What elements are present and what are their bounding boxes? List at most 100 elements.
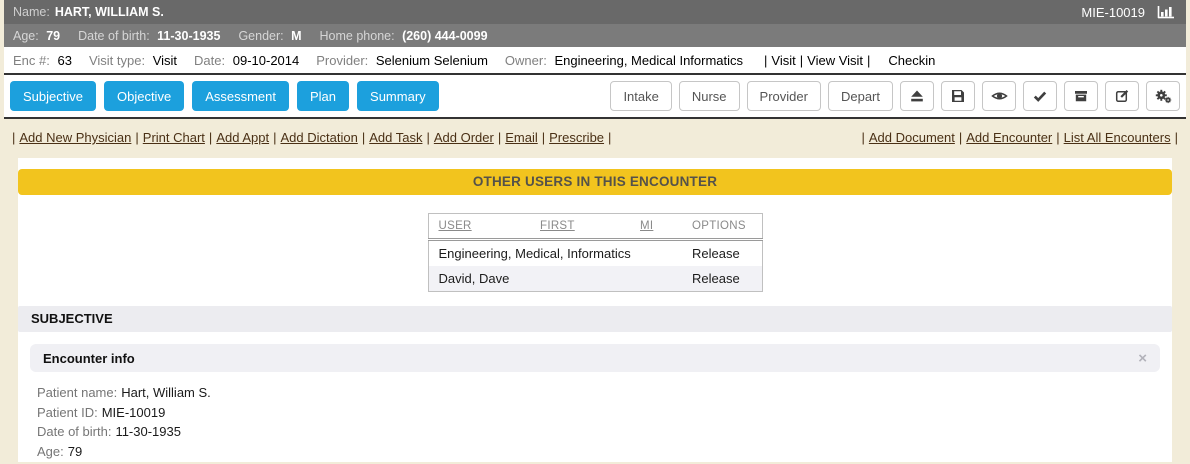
field-value: Hart, William S. — [121, 385, 211, 400]
column-header-mi[interactable]: MI — [630, 214, 682, 240]
quick-links-right: | Add Document | Add Encounter | List Al… — [857, 130, 1182, 145]
encounter-info-header[interactable]: Encounter info × — [30, 344, 1160, 372]
encounter-summary-bar: Enc #: 63 Visit type: Visit Date: 09-10-… — [4, 47, 1186, 75]
column-header-user[interactable]: USER — [428, 214, 530, 240]
view-visit-link[interactable]: View Visit — [807, 53, 863, 68]
add-task-link[interactable]: Add Task — [369, 130, 422, 145]
separator: | — [1175, 130, 1178, 145]
eject-icon — [909, 88, 925, 104]
gender-value: M — [291, 29, 301, 43]
release-link[interactable]: Release — [682, 240, 762, 267]
content-area: OTHER USERS IN THIS ENCOUNTER USER FIRST… — [0, 158, 1190, 462]
enc-date-label: Date: — [194, 53, 225, 68]
separator: | — [426, 130, 429, 145]
info-line-patient-id: Patient ID: MIE-10019 — [37, 403, 1172, 423]
field-label: Date of birth: — [37, 424, 111, 439]
quick-links-bar: | Add New Physician | Print Chart | Add … — [0, 119, 1190, 158]
enc-number-value: 63 — [57, 53, 71, 68]
edit-button[interactable] — [1105, 81, 1139, 111]
provider-label: Provider: — [316, 53, 368, 68]
separator: | — [959, 130, 962, 145]
add-order-link[interactable]: Add Order — [434, 130, 494, 145]
phone-label: Home phone: — [320, 29, 395, 43]
table-row: Engineering, Medical, Informatics Releas… — [428, 240, 762, 267]
preview-button[interactable] — [982, 81, 1016, 111]
prescribe-link[interactable]: Prescribe — [549, 130, 604, 145]
separator: | — [273, 130, 276, 145]
depart-button[interactable]: Depart — [828, 81, 893, 111]
close-icon[interactable]: × — [1138, 351, 1147, 366]
dob-label: Date of birth: — [78, 29, 150, 43]
phone-value: (260) 444-0099 — [402, 29, 487, 43]
save-button[interactable] — [941, 81, 975, 111]
eject-button[interactable] — [900, 81, 934, 111]
eye-icon — [991, 88, 1008, 104]
tab-subjective[interactable]: Subjective — [10, 81, 96, 111]
separator: | — [861, 130, 864, 145]
other-users-table: USER FIRST MI OPTIONS Engineering, Medic… — [428, 213, 763, 292]
field-value: MIE-10019 — [102, 405, 166, 420]
add-new-physician-link[interactable]: Add New Physician — [19, 130, 131, 145]
gender-label: Gender: — [238, 29, 283, 43]
tab-objective[interactable]: Objective — [104, 81, 184, 111]
separator: | — [12, 130, 15, 145]
user-name-cell: Engineering, Medical, Informatics — [428, 240, 682, 267]
subjective-section-header: SUBJECTIVE — [18, 306, 1172, 332]
archive-button[interactable] — [1064, 81, 1098, 111]
separator: | — [800, 53, 803, 68]
tab-summary[interactable]: Summary — [357, 81, 439, 111]
sign-button[interactable] — [1023, 81, 1057, 111]
field-label: Patient ID: — [37, 405, 98, 420]
separator: | — [362, 130, 365, 145]
age-value: 79 — [46, 29, 60, 43]
column-header-options: OPTIONS — [682, 214, 762, 240]
demographics-bar: Age: 79 Date of birth: 11-30-1935 Gender… — [4, 24, 1186, 47]
edit-icon — [1114, 88, 1130, 104]
settings-button[interactable] — [1146, 81, 1180, 111]
field-value: 11-30-1935 — [115, 424, 181, 439]
enc-number-label: Enc #: — [13, 53, 50, 68]
table-header-row: USER FIRST MI OPTIONS — [428, 214, 762, 240]
column-header-first[interactable]: FIRST — [530, 214, 630, 240]
separator: | — [542, 130, 545, 145]
email-link[interactable]: Email — [505, 130, 538, 145]
quick-links-left: | Add New Physician | Print Chart | Add … — [8, 130, 615, 145]
dob-value: 11-30-1935 — [157, 29, 220, 43]
release-link[interactable]: Release — [682, 266, 762, 292]
add-document-link[interactable]: Add Document — [869, 130, 955, 145]
nurse-button[interactable]: Nurse — [679, 81, 740, 111]
owner-value: Engineering, Medical Informatics — [554, 53, 743, 68]
toolbar: Subjective Objective Assessment Plan Sum… — [4, 75, 1186, 119]
add-dictation-link[interactable]: Add Dictation — [280, 130, 357, 145]
patient-name: HART, WILLIAM S. — [55, 5, 164, 19]
list-all-encounters-link[interactable]: List All Encounters — [1064, 130, 1171, 145]
visit-link[interactable]: Visit — [771, 53, 795, 68]
intake-button[interactable]: Intake — [610, 81, 671, 111]
add-appt-link[interactable]: Add Appt — [216, 130, 269, 145]
add-encounter-link[interactable]: Add Encounter — [966, 130, 1052, 145]
patient-id: MIE-10019 — [1081, 5, 1145, 20]
encounter-info-title: Encounter info — [43, 351, 135, 366]
age-label: Age: — [13, 29, 39, 43]
separator: | — [1056, 130, 1059, 145]
separator: | — [209, 130, 212, 145]
tab-assessment[interactable]: Assessment — [192, 81, 289, 111]
name-label: Name: — [13, 5, 50, 19]
separator: | — [608, 130, 611, 145]
patient-title-bar: Name: HART, WILLIAM S. MIE-10019 — [4, 0, 1186, 24]
visit-type-value: Visit — [153, 53, 177, 68]
table-row: David, Dave Release — [428, 266, 762, 292]
chart-icon[interactable] — [1155, 4, 1177, 21]
separator: | — [135, 130, 138, 145]
visit-type-label: Visit type: — [89, 53, 145, 68]
separator: | — [498, 130, 501, 145]
encounter-panel: OTHER USERS IN THIS ENCOUNTER USER FIRST… — [18, 158, 1172, 462]
tab-plan[interactable]: Plan — [297, 81, 349, 111]
owner-label: Owner: — [505, 53, 547, 68]
print-chart-link[interactable]: Print Chart — [143, 130, 205, 145]
provider-button[interactable]: Provider — [747, 81, 821, 111]
checkin-link[interactable]: Checkin — [888, 53, 935, 68]
archive-icon — [1073, 88, 1089, 104]
field-label: Age: — [37, 444, 64, 459]
info-line-dob: Date of birth: 11-30-1935 — [37, 422, 1172, 442]
